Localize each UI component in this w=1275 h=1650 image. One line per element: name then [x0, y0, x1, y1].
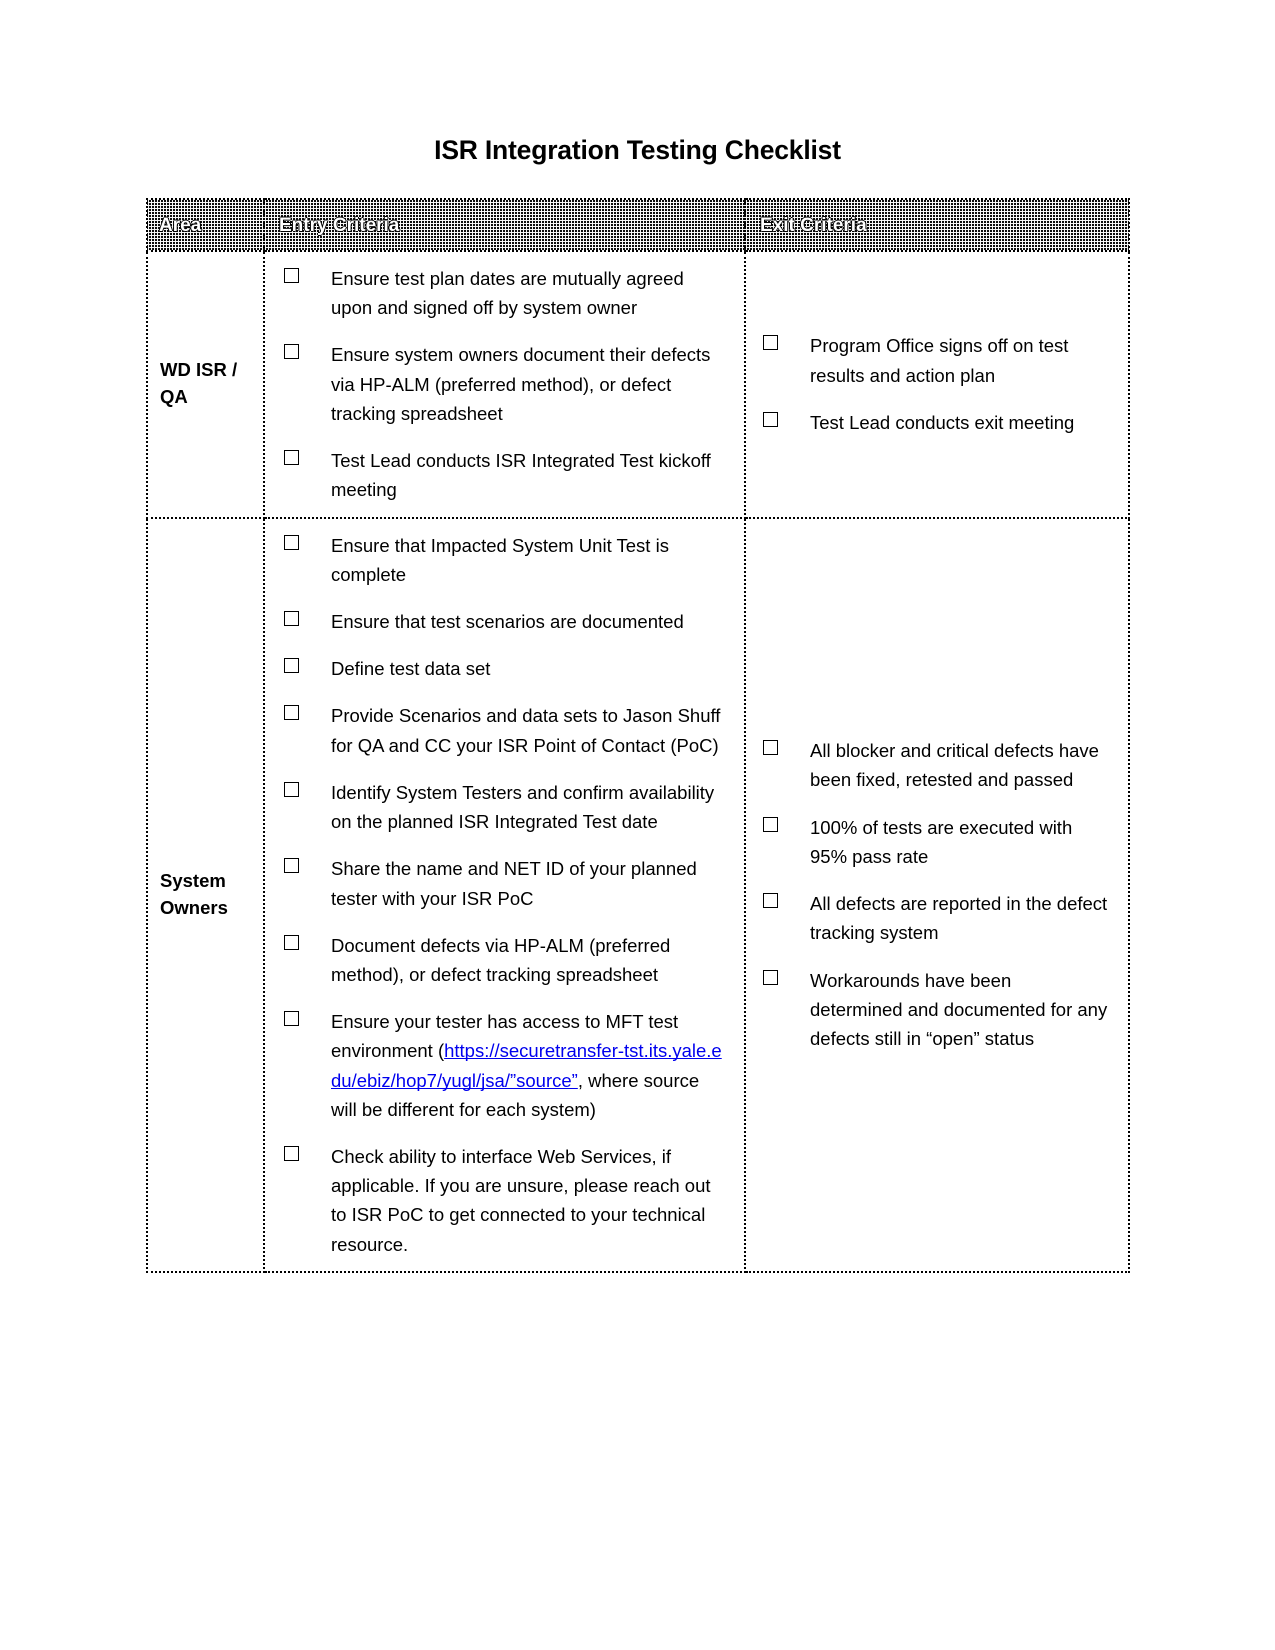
checkbox-icon[interactable]	[763, 411, 778, 427]
checklist-item: Share the name and NET ID of your planne…	[281, 854, 726, 912]
area-cell-wd-isr-qa: WD ISR / QA	[146, 250, 265, 519]
checkbox-icon[interactable]	[284, 450, 299, 466]
area-label-line1: System	[160, 869, 226, 891]
column-header-area-label: Area	[159, 214, 202, 236]
entry-criteria-cell-system-owners: Ensure that Impacted System Unit Test is…	[263, 516, 746, 1273]
table-header: Area Entry Criteria Exit Criteria	[146, 198, 1130, 252]
checklist-item-text: Document defects via HP-ALM (preferred m…	[331, 934, 671, 985]
checklist-item: Identify System Testers and confirm avai…	[281, 778, 726, 836]
checkbox-icon[interactable]	[763, 335, 778, 351]
checkbox-icon[interactable]	[284, 268, 299, 283]
checklist-item-text: Define test data set	[331, 658, 491, 680]
entry-criteria-list: Ensure that Impacted System Unit Test is…	[281, 531, 726, 1259]
column-header-entry-criteria-label: Entry Criteria	[279, 214, 400, 236]
table-header-row: Area Entry Criteria Exit Criteria	[146, 198, 1130, 252]
checklist-item: Ensure that test scenarios are documente…	[281, 607, 726, 636]
checklist-item-text: All defects are reported in the defect t…	[810, 893, 1108, 944]
page-title: ISR Integration Testing Checklist	[434, 135, 841, 165]
checklist-item: Program Office signs off on test results…	[760, 331, 1108, 389]
exit-criteria-cell-wd-isr-qa: Program Office signs off on test results…	[744, 250, 1130, 519]
checklist-item: All defects are reported in the defect t…	[760, 889, 1108, 947]
checkbox-icon[interactable]	[763, 969, 778, 985]
checklist-item-text: Ensure that test scenarios are documente…	[331, 610, 684, 632]
checklist-item-text: All blocker and critical defects have be…	[810, 740, 1099, 791]
checkbox-icon[interactable]	[284, 610, 299, 626]
exit-criteria-list: Program Office signs off on test results…	[760, 331, 1108, 437]
checklist-item: 100% of tests are executed with 95% pass…	[760, 813, 1108, 871]
checklist-item: Ensure that Impacted System Unit Test is…	[281, 531, 726, 589]
checklist-item-text: Test Lead conducts ISR Integrated Test k…	[331, 450, 711, 501]
area-label-line2: QA	[160, 386, 188, 408]
checkbox-icon[interactable]	[284, 1146, 299, 1162]
checklist-table: Area Entry Criteria Exit Criteria WD ISR…	[146, 198, 1130, 1273]
checklist-item: All blocker and critical defects have be…	[760, 736, 1108, 794]
checkbox-icon[interactable]	[763, 740, 778, 756]
checklist-item-text: Ensure that Impacted System Unit Test is…	[331, 534, 669, 585]
checkbox-icon[interactable]	[284, 658, 299, 674]
checkbox-icon[interactable]	[763, 816, 778, 832]
checkbox-icon[interactable]	[284, 781, 299, 797]
checklist-item: Test Lead conducts ISR Integrated Test k…	[281, 446, 726, 504]
checklist-item-text: Check ability to interface Web Services,…	[331, 1146, 711, 1255]
column-header-exit-criteria: Exit Criteria	[744, 198, 1130, 252]
checklist-item-text: Ensure system owners document their defe…	[331, 344, 711, 424]
checkbox-icon[interactable]	[284, 705, 299, 721]
checklist-item: Workarounds have been determined and doc…	[760, 966, 1108, 1054]
checklist-item-with-link: Ensure your tester has access to MFT tes…	[281, 1007, 726, 1124]
area-cell-system-owners: System Owners	[146, 516, 265, 1273]
table-row: WD ISR / QA Ensure test plan dates are m…	[146, 250, 1130, 519]
checkbox-icon[interactable]	[284, 858, 299, 874]
area-label-line1: WD ISR /	[160, 359, 238, 381]
checklist-item-text: Test Lead conducts exit meeting	[810, 411, 1075, 433]
checklist-item-text: 100% of tests are executed with 95% pass…	[810, 816, 1073, 867]
checkbox-icon[interactable]	[763, 893, 778, 909]
table-body: WD ISR / QA Ensure test plan dates are m…	[146, 250, 1130, 1273]
checklist-item: Test Lead conducts exit meeting	[760, 408, 1108, 437]
entry-criteria-list: Ensure test plan dates are mutually agre…	[281, 264, 726, 505]
checklist-item-text: Ensure test plan dates are mutually agre…	[331, 268, 684, 319]
exit-criteria-list: All blocker and critical defects have be…	[760, 736, 1108, 1053]
column-header-area: Area	[146, 198, 265, 252]
checklist-item-text: Program Office signs off on test results…	[810, 335, 1069, 386]
checklist-item: Define test data set	[281, 654, 726, 683]
entry-criteria-cell-wd-isr-qa: Ensure test plan dates are mutually agre…	[263, 250, 746, 519]
checkbox-icon[interactable]	[284, 534, 299, 550]
document-page: ISR Integration Testing Checklist Area E…	[0, 0, 1275, 1650]
checkbox-icon[interactable]	[284, 344, 299, 360]
checklist-item: Provide Scenarios and data sets to Jason…	[281, 701, 726, 759]
checkbox-icon[interactable]	[284, 934, 299, 950]
checklist-item: Check ability to interface Web Services,…	[281, 1142, 726, 1259]
column-header-exit-criteria-label: Exit Criteria	[760, 214, 867, 236]
column-header-entry-criteria: Entry Criteria	[263, 198, 746, 252]
area-label: System Owners	[160, 868, 263, 922]
area-label-line2: Owners	[160, 896, 228, 918]
checklist-item-text: Workarounds have been determined and doc…	[810, 969, 1108, 1049]
checklist-item-text: Provide Scenarios and data sets to Jason…	[331, 705, 721, 756]
checklist-item-text: Identify System Testers and confirm avai…	[331, 781, 715, 833]
checkbox-icon[interactable]	[284, 1011, 299, 1027]
table-row: System Owners Ensure that Impacted Syste…	[146, 516, 1130, 1273]
exit-criteria-cell-system-owners: All blocker and critical defects have be…	[744, 516, 1130, 1273]
checklist-item: Ensure system owners document their defe…	[281, 340, 726, 428]
area-label: WD ISR / QA	[160, 357, 263, 411]
checklist-item: Document defects via HP-ALM (preferred m…	[281, 931, 726, 989]
checklist-item-text: Share the name and NET ID of your planne…	[331, 858, 697, 909]
checklist-item: Ensure test plan dates are mutually agre…	[281, 264, 726, 322]
